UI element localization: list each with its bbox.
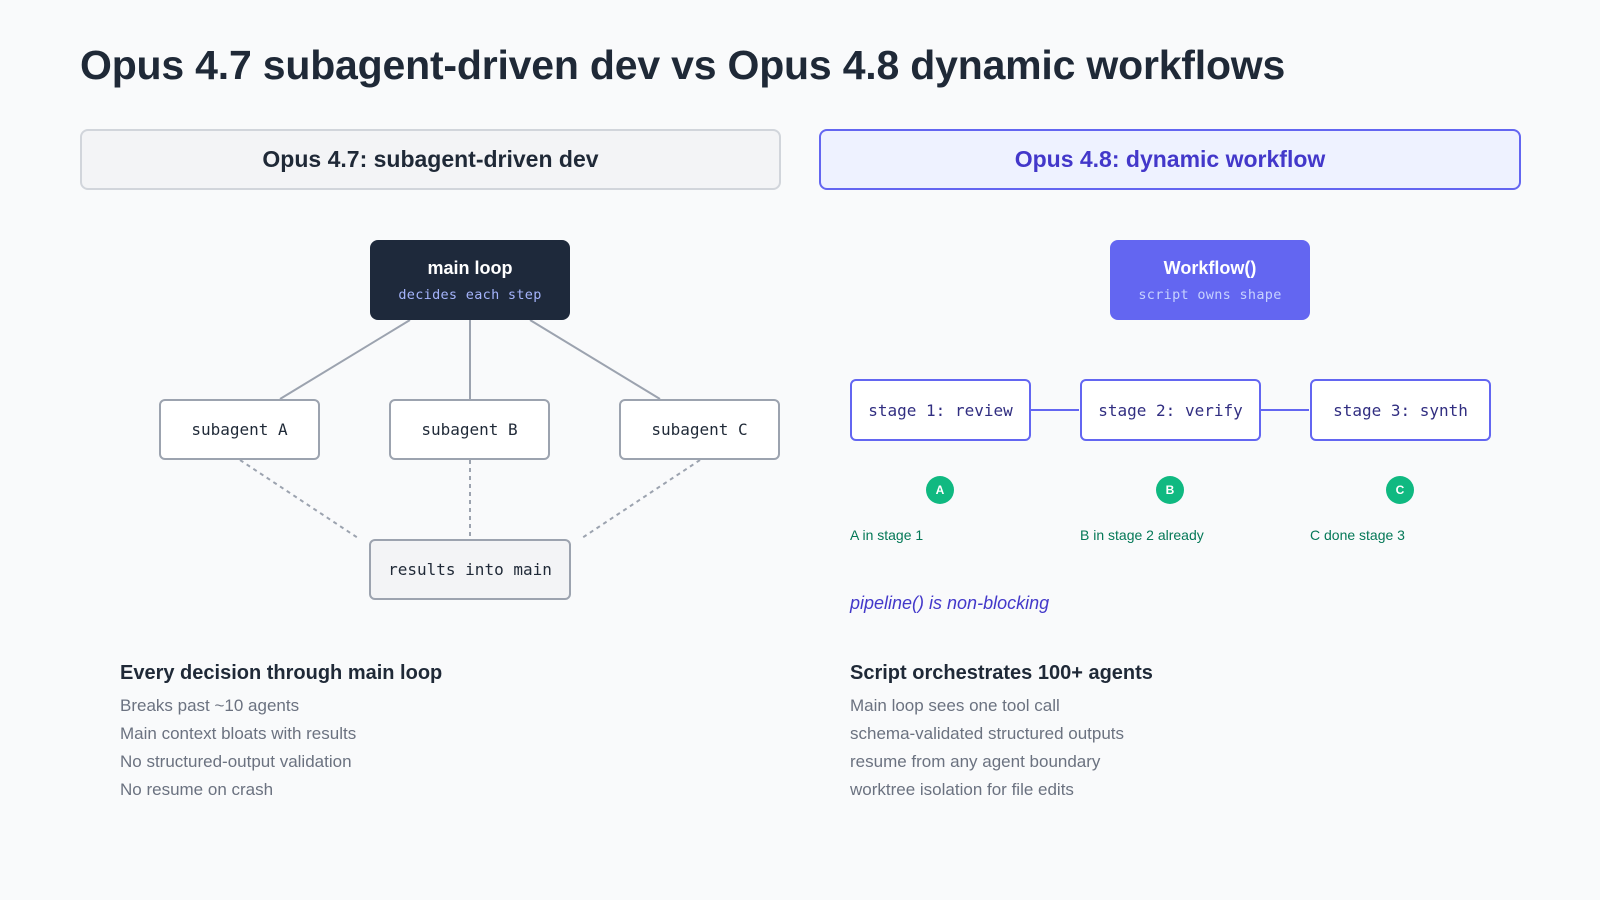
- subagent-b-node: subagent B: [389, 399, 550, 460]
- main-loop-title: main loop: [427, 257, 513, 278]
- connector-main-to-subagent-a: [279, 319, 411, 400]
- left-heading: Every decision through main loop: [120, 662, 443, 684]
- pipeline-note: pipeline() is non-blocking: [850, 593, 1050, 613]
- subagent-a-node: subagent A: [159, 399, 320, 460]
- right-bullet-1: Main loop sees one tool call: [850, 696, 1060, 715]
- agent-c-badge: C: [1386, 476, 1414, 504]
- right-panel-header: Opus 4.8: dynamic workflow: [819, 129, 1521, 190]
- workflow-subtitle: script owns shape: [1138, 286, 1282, 303]
- right-bullet-4: worktree isolation for file edits: [850, 780, 1074, 799]
- page-title: Opus 4.7 subagent-driven dev vs Opus 4.8…: [80, 42, 1286, 88]
- right-bullet-3: resume from any agent boundary: [850, 752, 1101, 771]
- left-bullet-3: No structured-output validation: [120, 752, 352, 771]
- stage-2-node: stage 2: verify: [1080, 379, 1261, 441]
- stage-3-node: stage 3: synth: [1310, 379, 1491, 441]
- agent-a-badge: A: [926, 476, 954, 504]
- agent-b-label: B in stage 2 already: [1080, 527, 1204, 543]
- workflow-node: Workflow() script owns shape: [1110, 240, 1310, 320]
- connector-main-to-subagent-c: [529, 319, 661, 400]
- workflow-title: Workflow(): [1163, 257, 1257, 278]
- left-bullet-4: No resume on crash: [120, 780, 274, 799]
- left-panel-header: Opus 4.7: subagent-driven dev: [80, 129, 781, 190]
- agent-c-label: C done stage 3: [1310, 527, 1405, 543]
- subagent-c-node: subagent C: [619, 399, 780, 460]
- right-heading: Script orchestrates 100+ agents: [850, 662, 1153, 684]
- agent-a-label: A in stage 1: [850, 527, 924, 543]
- main-loop-node: main loop decides each step: [370, 240, 570, 320]
- left-bullet-1: Breaks past ~10 agents: [120, 696, 300, 715]
- left-bullet-2: Main context bloats with results: [120, 724, 357, 743]
- main-loop-subtitle: decides each step: [398, 286, 542, 303]
- connector-subagent-c-to-results: [581, 459, 701, 539]
- stage-1-node: stage 1: review: [850, 379, 1031, 441]
- results-node: results into main: [369, 539, 571, 600]
- agent-b-badge: B: [1156, 476, 1184, 504]
- connector-subagent-a-to-results: [239, 459, 359, 539]
- right-bullet-2: schema-validated structured outputs: [850, 724, 1125, 743]
